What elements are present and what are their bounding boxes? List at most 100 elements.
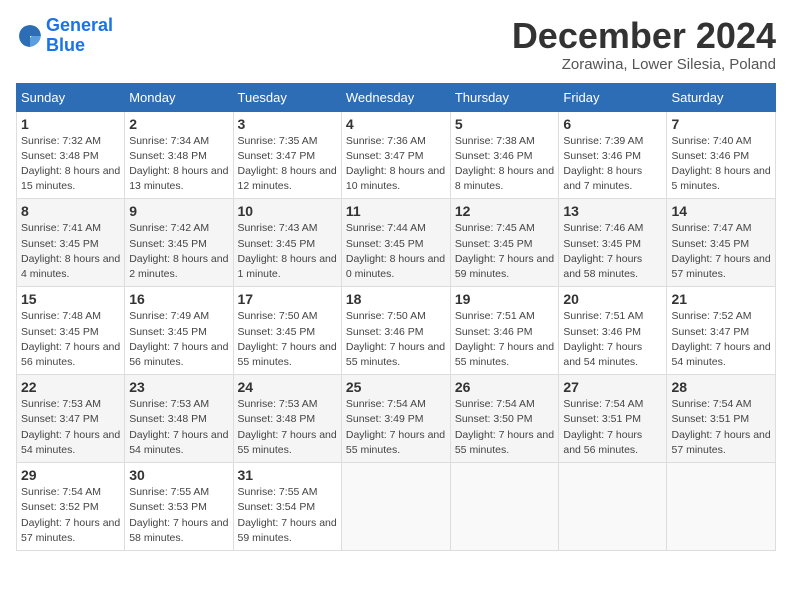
day-number: 7 <box>671 116 771 132</box>
day-number: 18 <box>346 291 446 307</box>
day-number: 30 <box>129 467 228 483</box>
day-cell: 23Sunrise: 7:53 AMSunset: 3:48 PMDayligh… <box>125 375 233 463</box>
day-detail: Sunrise: 7:53 AMSunset: 3:48 PMDaylight:… <box>129 397 228 458</box>
day-number: 3 <box>238 116 337 132</box>
day-number: 6 <box>563 116 662 132</box>
day-cell: 31 Sunrise: 7:55 AMSunset: 3:54 PMDayligh… <box>233 463 341 551</box>
page-header: General Blue December 2024 Zorawina, Low… <box>16 16 776 73</box>
day-detail: Sunrise: 7:32 AMSunset: 3:48 PMDaylight:… <box>21 134 120 195</box>
day-detail: Sunrise: 7:46 AMSunset: 3:45 PMDaylight:… <box>563 221 662 282</box>
day-detail: Sunrise: 7:36 AMSunset: 3:47 PMDaylight:… <box>346 134 446 195</box>
day-number: 11 <box>346 203 446 219</box>
day-number: 10 <box>238 203 337 219</box>
day-cell <box>667 463 776 551</box>
day-number: 19 <box>455 291 555 307</box>
day-number: 15 <box>21 291 120 307</box>
day-number: 9 <box>129 203 228 219</box>
day-number: 21 <box>671 291 771 307</box>
week-row-1: 1 Sunrise: 7:32 AMSunset: 3:48 PMDaylight… <box>17 111 776 199</box>
day-cell: 19 Sunrise: 7:51 AMSunset: 3:46 PMDayligh… <box>450 287 559 375</box>
day-detail: Sunrise: 7:55 AMSunset: 3:54 PMDaylight:… <box>238 485 337 546</box>
location-subtitle: Zorawina, Lower Silesia, Poland <box>512 56 776 73</box>
day-detail: Sunrise: 7:40 AMSunset: 3:46 PMDaylight:… <box>671 134 771 195</box>
day-number: 26 <box>455 379 555 395</box>
logo: General Blue <box>16 16 113 56</box>
day-detail: Sunrise: 7:51 AMSunset: 3:46 PMDaylight:… <box>455 309 555 370</box>
day-detail: Sunrise: 7:49 AMSunset: 3:45 PMDaylight:… <box>129 309 228 370</box>
day-header-tuesday: Tuesday <box>233 83 341 111</box>
day-detail: Sunrise: 7:54 AMSunset: 3:51 PMDaylight:… <box>671 397 771 458</box>
day-detail: Sunrise: 7:44 AMSunset: 3:45 PMDaylight:… <box>346 221 446 282</box>
day-cell: 14 Sunrise: 7:47 AMSunset: 3:45 PMDayligh… <box>667 199 776 287</box>
day-cell <box>559 463 667 551</box>
day-cell: 21 Sunrise: 7:52 AMSunset: 3:47 PMDayligh… <box>667 287 776 375</box>
day-cell: 27Sunrise: 7:54 AMSunset: 3:51 PMDayligh… <box>559 375 667 463</box>
day-number: 12 <box>455 203 555 219</box>
day-cell: 4 Sunrise: 7:36 AMSunset: 3:47 PMDaylight… <box>341 111 450 199</box>
day-number: 28 <box>671 379 771 395</box>
day-cell: 18 Sunrise: 7:50 AMSunset: 3:46 PMDayligh… <box>341 287 450 375</box>
day-cell: 24 Sunrise: 7:53 AMSunset: 3:48 PMDayligh… <box>233 375 341 463</box>
day-header-thursday: Thursday <box>450 83 559 111</box>
day-cell <box>341 463 450 551</box>
week-row-2: 8 Sunrise: 7:41 AMSunset: 3:45 PMDaylight… <box>17 199 776 287</box>
day-detail: Sunrise: 7:54 AMSunset: 3:52 PMDaylight:… <box>21 485 120 546</box>
day-cell: 22 Sunrise: 7:53 AMSunset: 3:47 PMDayligh… <box>17 375 125 463</box>
day-detail: Sunrise: 7:45 AMSunset: 3:45 PMDaylight:… <box>455 221 555 282</box>
day-cell: 28 Sunrise: 7:54 AMSunset: 3:51 PMDayligh… <box>667 375 776 463</box>
day-detail: Sunrise: 7:52 AMSunset: 3:47 PMDaylight:… <box>671 309 771 370</box>
day-detail: Sunrise: 7:35 AMSunset: 3:47 PMDaylight:… <box>238 134 337 195</box>
day-detail: Sunrise: 7:42 AMSunset: 3:45 PMDaylight:… <box>129 221 228 282</box>
day-cell: 20 Sunrise: 7:51 AMSunset: 3:46 PMDayligh… <box>559 287 667 375</box>
day-number: 25 <box>346 379 446 395</box>
day-cell: 2 Sunrise: 7:34 AMSunset: 3:48 PMDaylight… <box>125 111 233 199</box>
day-detail: Sunrise: 7:53 AMSunset: 3:48 PMDaylight:… <box>238 397 337 458</box>
day-number: 5 <box>455 116 555 132</box>
day-number: 2 <box>129 116 228 132</box>
day-number: 4 <box>346 116 446 132</box>
day-number: 24 <box>238 379 337 395</box>
day-detail: Sunrise: 7:55 AMSunset: 3:53 PMDaylight:… <box>129 485 228 546</box>
day-detail: Sunrise: 7:43 AMSunset: 3:45 PMDaylight:… <box>238 221 337 282</box>
day-header-monday: Monday <box>125 83 233 111</box>
day-number: 20 <box>563 291 662 307</box>
logo-icon <box>16 22 44 50</box>
day-number: 29 <box>21 467 120 483</box>
day-number: 31 <box>238 467 337 483</box>
day-detail: Sunrise: 7:39 AMSunset: 3:46 PMDaylight:… <box>563 134 662 195</box>
day-cell: 26 Sunrise: 7:54 AMSunset: 3:50 PMDayligh… <box>450 375 559 463</box>
day-detail: Sunrise: 7:41 AMSunset: 3:45 PMDaylight:… <box>21 221 120 282</box>
day-cell: 11 Sunrise: 7:44 AMSunset: 3:45 PMDayligh… <box>341 199 450 287</box>
day-cell: 29 Sunrise: 7:54 AMSunset: 3:52 PMDayligh… <box>17 463 125 551</box>
day-header-wednesday: Wednesday <box>341 83 450 111</box>
day-cell: 9 Sunrise: 7:42 AMSunset: 3:45 PMDaylight… <box>125 199 233 287</box>
day-header-sunday: Sunday <box>17 83 125 111</box>
day-cell <box>450 463 559 551</box>
week-row-3: 15 Sunrise: 7:48 AMSunset: 3:45 PMDayligh… <box>17 287 776 375</box>
day-number: 22 <box>21 379 120 395</box>
day-number: 14 <box>671 203 771 219</box>
day-number: 8 <box>21 203 120 219</box>
day-cell: 10 Sunrise: 7:43 AMSunset: 3:45 PMDayligh… <box>233 199 341 287</box>
day-cell: 5Sunrise: 7:38 AMSunset: 3:46 PMDaylight… <box>450 111 559 199</box>
day-cell: 6 Sunrise: 7:39 AMSunset: 3:46 PMDaylight… <box>559 111 667 199</box>
day-detail: Sunrise: 7:50 AMSunset: 3:45 PMDaylight:… <box>238 309 337 370</box>
day-detail: Sunrise: 7:53 AMSunset: 3:47 PMDaylight:… <box>21 397 120 458</box>
day-detail: Sunrise: 7:47 AMSunset: 3:45 PMDaylight:… <box>671 221 771 282</box>
day-cell: 7 Sunrise: 7:40 AMSunset: 3:46 PMDaylight… <box>667 111 776 199</box>
header-row: SundayMondayTuesdayWednesdayThursdayFrid… <box>17 83 776 111</box>
day-detail: Sunrise: 7:48 AMSunset: 3:45 PMDaylight:… <box>21 309 120 370</box>
day-cell: 13Sunrise: 7:46 AMSunset: 3:45 PMDayligh… <box>559 199 667 287</box>
week-row-4: 22 Sunrise: 7:53 AMSunset: 3:47 PMDayligh… <box>17 375 776 463</box>
day-number: 1 <box>21 116 120 132</box>
logo-text: General Blue <box>46 16 113 56</box>
day-cell: 12 Sunrise: 7:45 AMSunset: 3:45 PMDayligh… <box>450 199 559 287</box>
day-cell: 3 Sunrise: 7:35 AMSunset: 3:47 PMDaylight… <box>233 111 341 199</box>
day-detail: Sunrise: 7:50 AMSunset: 3:46 PMDaylight:… <box>346 309 446 370</box>
day-cell: 30 Sunrise: 7:55 AMSunset: 3:53 PMDayligh… <box>125 463 233 551</box>
day-detail: Sunrise: 7:54 AMSunset: 3:50 PMDaylight:… <box>455 397 555 458</box>
day-header-saturday: Saturday <box>667 83 776 111</box>
day-cell: 17Sunrise: 7:50 AMSunset: 3:45 PMDayligh… <box>233 287 341 375</box>
day-detail: Sunrise: 7:51 AMSunset: 3:46 PMDaylight:… <box>563 309 662 370</box>
day-detail: Sunrise: 7:34 AMSunset: 3:48 PMDaylight:… <box>129 134 228 195</box>
